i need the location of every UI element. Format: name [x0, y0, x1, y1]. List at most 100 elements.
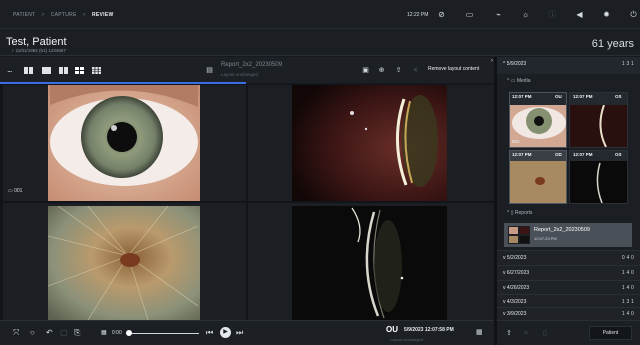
more-icon[interactable]: ... [7, 64, 12, 74]
date-text: 5/2/2023 [506, 255, 527, 261]
date-counts: 1 3 1 [621, 61, 634, 67]
playback-time: 0:00 [112, 330, 122, 336]
settings-icon[interactable]: ✹ [602, 10, 611, 19]
grid-icon[interactable]: ▦ [476, 329, 483, 337]
redo-icon[interactable]: ▢ [60, 329, 68, 337]
thumb-3-eye: OD [555, 152, 562, 157]
report-item[interactable]: Report_2x2_20230509 12:07:23 PM [504, 223, 632, 247]
date-row[interactable]: v 3/9/2023 1 4 0 [497, 307, 640, 320]
undo-icon[interactable]: ↶ [46, 329, 53, 337]
breadcrumb-patient[interactable]: PATIENT [13, 12, 35, 18]
report-name: Report_2x2_20230509 [221, 62, 283, 68]
eye-image-slit-top [292, 85, 447, 201]
media-section-header[interactable]: ^ ▭ Media [507, 78, 530, 84]
skip-forward-icon[interactable]: ⏭ [236, 329, 243, 337]
date-row[interactable]: v 6/27/2023 1 4 0 [497, 265, 640, 280]
report-thumbnail [508, 226, 530, 244]
patient-button[interactable]: Patient [589, 326, 632, 340]
layout-2x2-icon[interactable] [75, 67, 84, 74]
thumb-2-time: 12:07 PM [573, 94, 593, 99]
chevron-up-icon: ^ ▭ [507, 78, 517, 84]
eye-image-iris [48, 85, 200, 201]
patient-bar [0, 29, 640, 56]
layout-3x3-icon[interactable] [92, 67, 101, 74]
date-text: 5/9/2023 [506, 61, 527, 67]
report-title: Report_2x2_20230509 [534, 227, 590, 233]
layout-2x1-icon[interactable] [59, 67, 68, 74]
capture-timestamp: 5/9/2023 12:07:58 PM [404, 327, 454, 333]
date-counts: 1 4 0 [621, 285, 634, 291]
cell-badge-number: 001 [14, 188, 23, 194]
date-row[interactable]: v 5/2/2023 0 4 0 [497, 250, 640, 265]
skip-back-icon[interactable]: ⏮ [206, 329, 213, 337]
fullscreen-icon[interactable]: ⤧ [13, 329, 19, 337]
reports-label: Reports [514, 210, 533, 216]
thumb-1-badge: 001 [512, 139, 520, 144]
date-text: 4/3/2023 [506, 299, 527, 305]
help-icon[interactable]: ⓘ [548, 10, 557, 19]
thumb-1-time: 12:07 PM [512, 94, 532, 99]
save-icon[interactable]: ▣ [361, 66, 370, 75]
calendar-icon[interactable]: ▦ [101, 329, 107, 337]
date-label: ^ 5/9/2023 [503, 61, 526, 67]
playback-slider[interactable] [129, 333, 199, 334]
date-counts: 1 3 1 [621, 299, 634, 305]
breadcrumb-capture[interactable]: CAPTURE [51, 12, 77, 18]
export-icon[interactable]: ⇪ [394, 66, 403, 75]
breadcrumb-review[interactable]: REVIEW [92, 12, 114, 18]
slider-handle[interactable] [126, 330, 132, 336]
date-label: v 6/27/2023 [503, 270, 529, 276]
date-counts: 1 4 0 [621, 270, 634, 276]
breadcrumb: PATIENT > CAPTURE > REVIEW [13, 12, 113, 18]
media-thumb-2[interactable] [569, 92, 628, 148]
date-text: 6/27/2023 [506, 270, 530, 276]
clock: 12:22 PM [407, 12, 429, 18]
date-row-active[interactable]: ^ 5/9/2023 1 3 1 [497, 57, 640, 74]
volume-icon[interactable]: ◀ [575, 10, 584, 19]
reports-section-header[interactable]: ^ ▯ Reports [507, 210, 532, 216]
upload-icon[interactable]: ⇪ [506, 330, 512, 338]
print-icon[interactable]: ⊕ [377, 66, 386, 75]
patient-name: Test, Patient [6, 36, 67, 48]
report-status: Layout unchanged [221, 72, 259, 77]
date-counts: 1 4 0 [621, 311, 634, 317]
date-label: v 5/2/2023 [503, 255, 526, 261]
usb-icon[interactable]: ⌁ [494, 10, 503, 19]
eye-image-slit-bottom [292, 206, 447, 320]
cell-badge: ▭ 001 [8, 188, 22, 194]
collapse-chevron-icon[interactable]: › [491, 58, 493, 64]
date-row[interactable]: v 4/26/2023 1 4 0 [497, 280, 640, 295]
thumb-2-eye: OS [615, 94, 622, 99]
play-icon[interactable]: ▶ [220, 327, 231, 338]
brightness-icon[interactable]: ☼ [521, 10, 530, 19]
share-icon[interactable]: < [411, 66, 420, 75]
report-time: 12:07:23 PM [534, 236, 557, 241]
date-label: v 4/26/2023 [503, 285, 529, 291]
patient-info: ♀ 11/01/1962 (61) 1234567 [11, 48, 66, 53]
date-label: v 3/9/2023 [503, 311, 526, 317]
patient-age: 61 years [591, 38, 634, 50]
layout-1x2-icon[interactable] [24, 67, 33, 74]
power-icon[interactable]: ⏻ [629, 10, 638, 19]
thumb-4-eye: OS [615, 152, 622, 157]
media-thumb-3[interactable] [509, 150, 567, 204]
date-label: v 4/3/2023 [503, 299, 526, 305]
laterality-label: OU [386, 325, 398, 334]
date-text: 3/9/2023 [506, 311, 527, 317]
monitor-icon[interactable]: ▭ [465, 10, 474, 19]
thumb-1-eye: OU [555, 94, 562, 99]
breadcrumb-separator: > [41, 12, 45, 18]
layout-1x1-icon[interactable] [42, 67, 51, 74]
breadcrumb-separator: > [82, 12, 86, 18]
chevron-up-icon: ^ ▯ [507, 210, 515, 216]
footer-status: Layout unchanged [390, 337, 423, 342]
copy-icon[interactable]: ⎘ [74, 329, 80, 337]
circle-tool-icon[interactable]: ○ [30, 329, 35, 337]
thumb-3-time: 12:07 PM [512, 152, 532, 157]
delete-icon[interactable]: ▯ [543, 330, 547, 338]
document-icon[interactable]: ▤ [205, 66, 214, 75]
media-thumb-4[interactable] [569, 150, 628, 204]
share-icon[interactable]: < [524, 330, 528, 338]
remove-layout-button[interactable]: Remove layout content [428, 66, 479, 72]
visibility-off-icon[interactable]: ⊘ [437, 10, 446, 19]
